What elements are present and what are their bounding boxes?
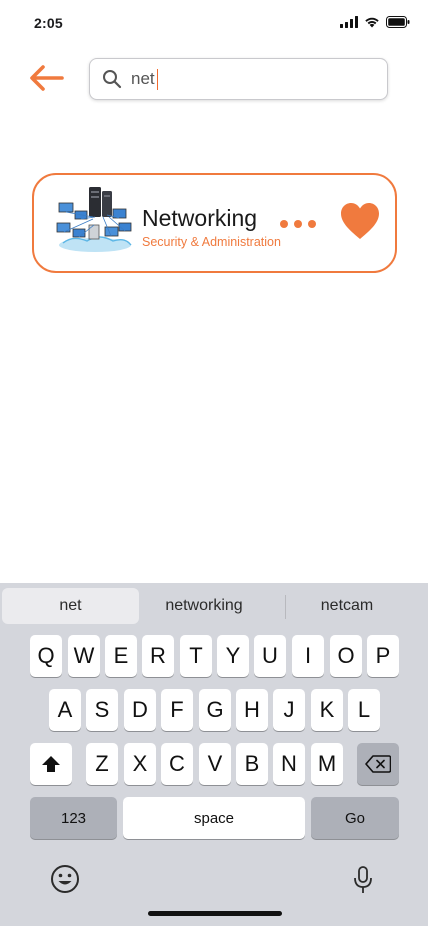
wifi-icon (365, 17, 379, 28)
key-k[interactable]: K (311, 689, 343, 731)
key-z[interactable]: Z (86, 743, 118, 785)
key-o[interactable]: O (330, 635, 362, 677)
ellipsis-icon[interactable] (280, 218, 320, 230)
key-d[interactable]: D (124, 689, 156, 731)
key-p[interactable]: P (367, 635, 399, 677)
smiley-icon[interactable] (50, 864, 80, 894)
suggestion-bar: net networking netcam (0, 583, 428, 627)
key-b[interactable]: B (236, 743, 268, 785)
key-l[interactable]: L (348, 689, 380, 731)
key-q[interactable]: Q (30, 635, 62, 677)
key-x[interactable]: X (124, 743, 156, 785)
key-u[interactable]: U (254, 635, 286, 677)
card-title: Networking (142, 205, 258, 231)
delete-key[interactable] (357, 743, 399, 785)
key-c[interactable]: C (161, 743, 193, 785)
key-y[interactable]: Y (217, 635, 249, 677)
key-w[interactable]: W (68, 635, 100, 677)
key-j[interactable]: J (273, 689, 305, 731)
key-m[interactable]: M (311, 743, 343, 785)
key-s[interactable]: S (86, 689, 118, 731)
result-card-networking[interactable]: Networking Security & Administration (32, 173, 397, 273)
go-key[interactable]: Go (311, 797, 399, 839)
search-bar[interactable]: net (89, 58, 388, 100)
magnifier-icon (102, 69, 122, 89)
home-indicator[interactable] (148, 911, 282, 916)
search-input[interactable]: net (131, 68, 159, 90)
suggestion-divider (285, 595, 286, 619)
text-caret (156, 68, 159, 90)
status-icons (340, 14, 410, 30)
shift-arrow-icon (42, 756, 60, 772)
suggestion-netcam[interactable]: netcam (292, 588, 402, 624)
key-r[interactable]: R (142, 635, 174, 677)
key-t[interactable]: T (180, 635, 212, 677)
key-n[interactable]: N (273, 743, 305, 785)
status-bar: 2:05 (0, 0, 428, 46)
key-g[interactable]: G (199, 689, 231, 731)
arrow-left-icon (30, 65, 64, 91)
key-h[interactable]: H (236, 689, 268, 731)
space-key[interactable]: space (123, 797, 305, 839)
backspace-icon (365, 755, 391, 773)
suggestion-networking[interactable]: networking (144, 588, 264, 624)
key-f[interactable]: F (161, 689, 193, 731)
card-subtitle: Security & Administration (142, 235, 281, 249)
heart-icon[interactable] (339, 201, 381, 241)
network-thumbnail-image (56, 187, 132, 252)
status-time: 2:05 (34, 15, 63, 31)
battery-icon (386, 16, 410, 28)
suggestion-net[interactable]: net (2, 588, 139, 624)
key-i[interactable]: I (292, 635, 324, 677)
numbers-key[interactable]: 123 (30, 797, 117, 839)
key-e[interactable]: E (105, 635, 137, 677)
key-v[interactable]: V (199, 743, 231, 785)
back-button[interactable] (24, 60, 68, 96)
microphone-icon[interactable] (352, 866, 374, 894)
search-query: net (131, 69, 155, 88)
signal-icon (340, 16, 358, 28)
key-a[interactable]: A (49, 689, 81, 731)
shift-key[interactable] (30, 743, 72, 785)
